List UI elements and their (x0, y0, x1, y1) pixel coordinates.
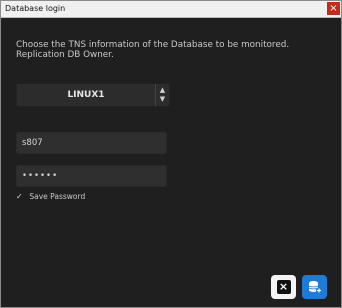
database-add-icon (308, 281, 322, 294)
database-dropdown[interactable]: LINUX1 ▲ ▼ (16, 83, 170, 107)
close-icon: × (329, 3, 338, 14)
chevron-up-down-icon[interactable]: ▲ ▼ (155, 84, 169, 106)
password-input[interactable] (17, 166, 166, 186)
window-close-button[interactable]: × (327, 2, 340, 15)
save-password-label: Save Password (29, 192, 86, 201)
window-title: Database login (5, 4, 66, 13)
database-login-window: Database login × Choose the TNS informat… (0, 0, 342, 308)
username-field[interactable] (16, 132, 167, 154)
instruction-text: Choose the TNS information of the Databa… (16, 40, 290, 60)
cancel-button[interactable]: × (271, 275, 296, 299)
x-icon: × (276, 280, 291, 294)
title-bar: Database login × (1, 1, 341, 18)
database-selected-value: LINUX1 (67, 90, 105, 100)
add-database-button[interactable] (302, 275, 327, 299)
password-field[interactable] (16, 165, 167, 187)
dialog-content: Choose the TNS information of the Databa… (1, 18, 341, 307)
username-input[interactable] (17, 133, 166, 153)
save-password-checkbox[interactable]: ✓ Save Password (16, 192, 85, 202)
checkmark-icon[interactable]: ✓ (16, 192, 26, 201)
